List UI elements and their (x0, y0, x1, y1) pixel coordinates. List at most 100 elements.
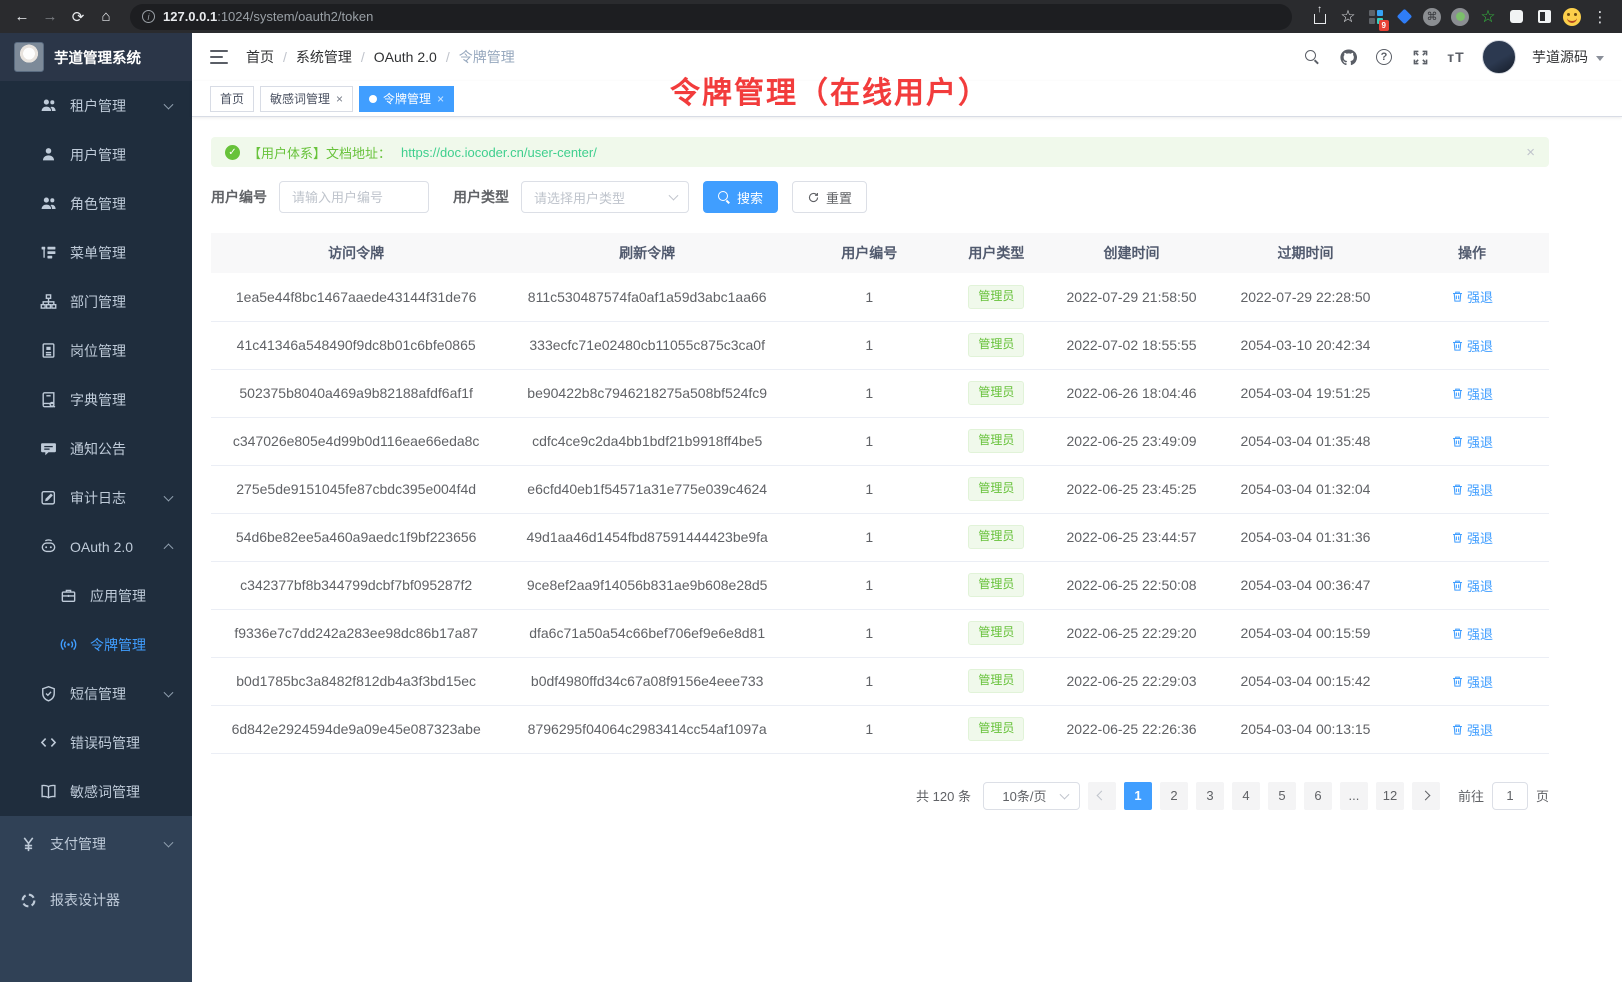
page-size-select[interactable]: 10条/页 (983, 782, 1080, 810)
goto-label: 前往 (1458, 786, 1484, 805)
force-logout-button[interactable]: 强退 (1451, 432, 1493, 451)
sidebar-item-id-card[interactable]: 岗位管理 (0, 326, 192, 375)
users-icon (40, 195, 57, 212)
page-number-button[interactable]: 6 (1304, 782, 1332, 810)
force-logout-button[interactable]: 强退 (1451, 576, 1493, 595)
force-logout-button[interactable]: 强退 (1451, 528, 1493, 547)
sidebar-item-users[interactable]: 租户管理 (0, 81, 192, 130)
sidebar-item-briefcase[interactable]: 应用管理 (0, 571, 192, 620)
kebab-menu-icon[interactable]: ⋮ (1588, 5, 1612, 29)
user-type-badge: 管理员 (968, 477, 1024, 501)
sidebar-item-dictionary[interactable]: 字典管理 (0, 375, 192, 424)
sidebar-item-users[interactable]: 角色管理 (0, 179, 192, 228)
prev-page-button[interactable] (1088, 782, 1116, 810)
force-logout-button[interactable]: 强退 (1451, 287, 1493, 306)
trash-icon (1451, 435, 1464, 448)
menu-list-icon (40, 244, 57, 261)
sidebar-item-book-open[interactable]: 敏感词管理 (0, 767, 192, 816)
bookmark-star-icon[interactable]: ☆ (1336, 5, 1360, 29)
user-id-cell: 1 (793, 465, 946, 513)
breadcrumb-item[interactable]: 令牌管理 / (459, 47, 515, 67)
access-token-cell: f9336e7c7dd242a283ee98dc86b17a87 (211, 609, 501, 657)
shield-icon (40, 685, 57, 702)
sidebar-item-menu-list[interactable]: 菜单管理 (0, 228, 192, 277)
page-number-button[interactable]: 4 (1232, 782, 1260, 810)
fullscreen-icon[interactable] (1410, 47, 1430, 67)
help-icon[interactable] (1374, 47, 1394, 67)
app-logo[interactable]: 芋道管理系统 (0, 33, 192, 81)
address-bar[interactable]: i 127.0.0.1:1024/system/oauth2/token (130, 4, 1292, 30)
breadcrumb-item[interactable]: 首页 / (246, 47, 296, 67)
force-logout-button[interactable]: 强退 (1451, 336, 1493, 355)
sidebar-item-code[interactable]: 错误码管理 (0, 718, 192, 767)
search-button[interactable]: 搜索 (703, 181, 778, 213)
breadcrumb-item[interactable]: 系统管理 / (296, 47, 374, 67)
reload-icon[interactable]: ⟳ (66, 5, 90, 29)
search-icon[interactable] (1302, 47, 1322, 67)
force-logout-button[interactable]: 强退 (1451, 624, 1493, 643)
page-tab[interactable]: 首页 (210, 86, 254, 112)
force-logout-button[interactable]: 强退 (1451, 480, 1493, 499)
sidebar-item-signal[interactable]: 令牌管理 (0, 620, 192, 669)
split-view-icon[interactable] (1532, 5, 1556, 29)
page-tab[interactable]: 敏感词管理 (260, 86, 353, 112)
created-time-cell: 2022-06-25 22:29:20 (1047, 609, 1216, 657)
page-tab[interactable]: 令牌管理 (359, 86, 454, 112)
page-ellipsis[interactable]: ... (1340, 782, 1368, 810)
back-icon[interactable]: ← (10, 5, 34, 29)
page-number-button[interactable]: 5 (1268, 782, 1296, 810)
sidebar-item-user[interactable]: 用户管理 (0, 130, 192, 179)
user-menu[interactable]: 芋道源码 (1532, 47, 1604, 67)
share-icon[interactable] (1308, 5, 1332, 29)
page-info-icon[interactable]: i (142, 10, 155, 23)
user-id-cell: 1 (793, 609, 946, 657)
sidebar-item-robot[interactable]: OAuth 2.0 (0, 522, 192, 571)
table-row: 6d842e2924594de9a09e45e087323abe 8796295… (211, 705, 1549, 753)
page-number-button[interactable]: 12 (1376, 782, 1404, 810)
home-icon[interactable]: ⌂ (94, 5, 118, 29)
alert-link[interactable]: https://doc.iocoder.cn/user-center/ (401, 145, 597, 160)
user-type-select[interactable]: 请选择用户类型 (521, 181, 689, 213)
reset-button[interactable]: 重置 (792, 181, 867, 213)
force-logout-button[interactable]: 强退 (1451, 384, 1493, 403)
force-logout-button[interactable]: 强退 (1451, 672, 1493, 691)
sidebar-item-label: 部门管理 (70, 292, 126, 312)
close-icon[interactable] (437, 93, 444, 105)
record-extension-icon[interactable] (1448, 5, 1472, 29)
profile-emoji-icon[interactable] (1560, 5, 1584, 29)
next-page-button[interactable] (1412, 782, 1440, 810)
chevron-down-icon (164, 99, 174, 109)
gem-extension-icon[interactable] (1392, 5, 1416, 29)
token-table: 访问令牌刷新令牌用户编号用户类型创建时间过期时间操作 1ea5e44f8bc14… (211, 233, 1549, 754)
sidebar-item-audit-log[interactable]: 审计日志 (0, 473, 192, 522)
breadcrumb-item[interactable]: OAuth 2.0 / (374, 49, 459, 65)
avatar[interactable] (1482, 40, 1516, 74)
sidebar-toggle-icon[interactable] (210, 50, 228, 64)
alert-close-icon[interactable] (1526, 144, 1535, 161)
sidebar-item-shield[interactable]: 短信管理 (0, 669, 192, 718)
org-tree-icon (40, 293, 57, 310)
github-icon[interactable] (1338, 47, 1358, 67)
user-id-input[interactable] (279, 181, 429, 213)
page-number-button[interactable]: 2 (1160, 782, 1188, 810)
command-extension-icon[interactable]: ⌘ (1420, 5, 1444, 29)
sidebar-item-message[interactable]: 通知公告 (0, 424, 192, 473)
goto-page-input[interactable] (1492, 782, 1528, 810)
font-size-icon[interactable] (1446, 47, 1466, 67)
page-number-button[interactable]: 3 (1196, 782, 1224, 810)
sidebar-item-report[interactable]: 报表设计器 (0, 872, 192, 928)
green-star-extension-icon[interactable]: ☆ (1476, 5, 1500, 29)
sidebar-item-org-tree[interactable]: 部门管理 (0, 277, 192, 326)
close-icon[interactable] (336, 93, 343, 105)
page-number-button[interactable]: 1 (1124, 782, 1152, 810)
puzzle-extension-icon[interactable] (1504, 5, 1528, 29)
forward-icon[interactable]: → (38, 5, 62, 29)
sidebar-item-yen[interactable]: 支付管理 (0, 816, 192, 872)
extensions-grid-icon[interactable]: 9 (1364, 5, 1388, 29)
chevron-up-icon (164, 543, 174, 553)
force-logout-button[interactable]: 强退 (1451, 720, 1493, 739)
created-time-cell: 2022-06-25 23:49:09 (1047, 417, 1216, 465)
user-id-cell: 1 (793, 273, 946, 321)
table-row: 54d6be82ee5a460a9aedc1f9bf223656 49d1aa4… (211, 513, 1549, 561)
expire-time-cell: 2054-03-04 00:15:42 (1216, 657, 1395, 705)
